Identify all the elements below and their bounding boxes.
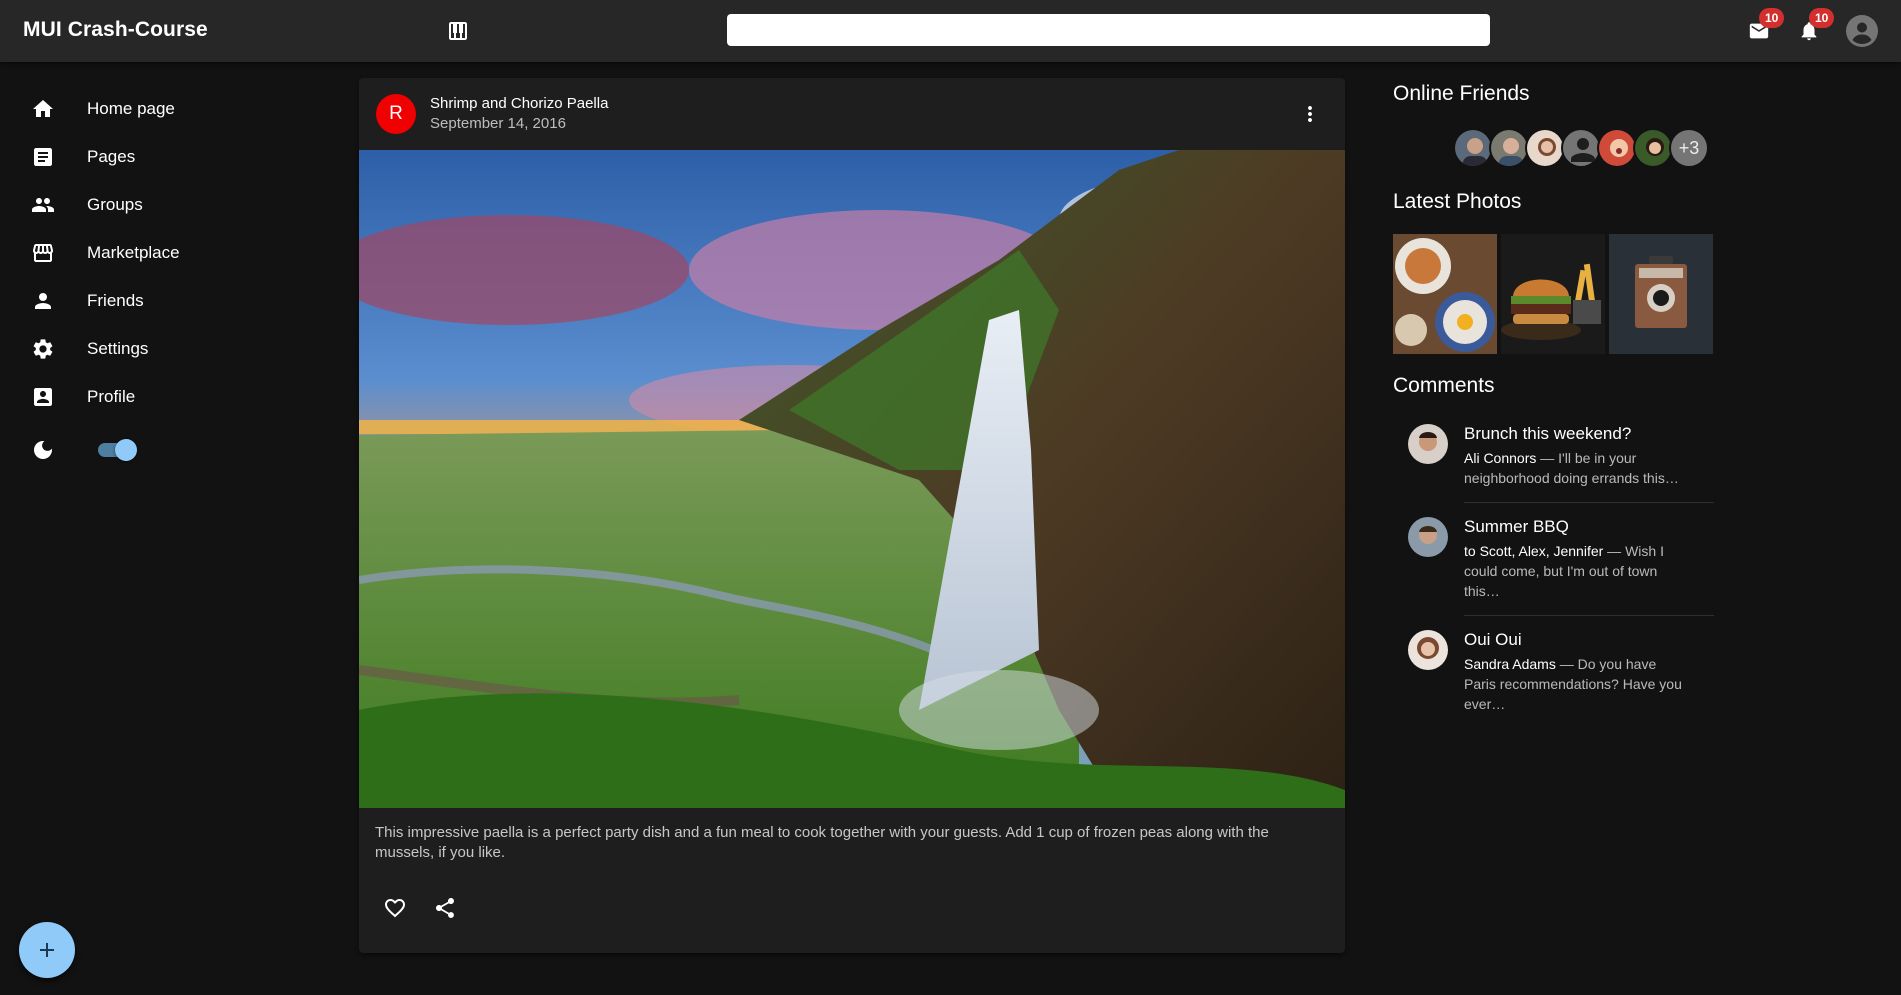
camera-photo [1609,234,1713,354]
comments-title: Comments [1393,374,1495,397]
burger-photo [1501,234,1605,354]
share-button[interactable] [425,888,465,928]
comment-text: to Scott, Alex, Jennifer — Wish I could … [1464,541,1682,601]
storefront-icon [33,244,53,262]
app-title: MUI Crash-Course [23,18,208,41]
sidebar-item-label: Home page [87,99,175,118]
comment-item[interactable]: Summer BBQ to Scott, Alex, Jennifer — Wi… [1400,509,1714,613]
article-icon [34,148,52,166]
notifications-button[interactable]: 10 [1793,8,1835,47]
friend-avatar[interactable] [1525,128,1565,168]
online-friends-title: Online Friends [1393,82,1530,105]
home-icon [33,100,53,117]
post-card: R Shrimp and Chorizo Paella September 14… [359,78,1345,953]
mail-badge: 10 [1759,8,1785,28]
sidebar-item-marketplace[interactable]: Marketplace [0,229,290,277]
more-vert-icon [1308,106,1312,122]
friend-avatar[interactable] [1597,128,1637,168]
post-body: This impressive paella is a perfect part… [375,824,1269,861]
add-post-button[interactable] [19,922,75,978]
share-icon [436,898,454,918]
sidebar-item-settings[interactable]: Settings [0,325,290,373]
account-box-icon [34,388,52,406]
photo-food[interactable] [1393,234,1497,354]
notifications-badge: 10 [1809,8,1835,28]
avatar-photo [1408,517,1448,557]
comment-avatar [1408,630,1448,670]
sidebar-item-label: Friends [87,291,144,310]
comment-item[interactable]: Brunch this weekend? Ali Connors — I'll … [1400,416,1714,500]
friend-photo [1455,130,1491,166]
friend-photo [1635,130,1671,166]
sidebar-item-home[interactable]: Home page [0,85,290,133]
sidebar-item-pages[interactable]: Pages [0,133,290,181]
comment-title: Summer BBQ [1464,517,1569,536]
sidebar-item-profile[interactable]: Profile [0,373,290,421]
comment-title: Brunch this weekend? [1464,424,1632,443]
sidebar: Home page Pages Groups Marketplace Frien… [0,62,290,995]
add-icon [40,943,54,957]
avatar-photo [1408,424,1448,464]
comment-avatar [1408,517,1448,557]
group-icon [32,198,54,212]
post-date: September 14, 2016 [430,115,566,132]
avatar-photo [1408,630,1448,670]
person-icon [1571,138,1595,162]
photo-burger[interactable] [1501,234,1605,354]
sidebar-item-label: Pages [87,147,136,166]
like-button[interactable] [375,888,415,928]
dark-mode-switch[interactable] [98,439,137,461]
divider [1464,615,1714,616]
heart-icon [385,899,405,918]
app-bar: MUI Crash-Course 10 10 [0,0,1901,62]
latest-photos-title: Latest Photos [1393,190,1522,213]
settings-icon [33,339,53,359]
sidebar-item-label: Profile [87,387,136,406]
post-avatar: R [376,94,416,134]
post-image [359,150,1345,808]
sidebar-item-label: Groups [87,195,143,214]
divider [1464,502,1714,503]
friend-photo [1491,130,1527,166]
account-button[interactable] [1846,15,1878,47]
piano-icon[interactable] [446,19,470,43]
person-icon [35,293,51,309]
sidebar-item-friends[interactable]: Friends [0,277,290,325]
friend-photo [1527,130,1563,166]
post-more-button[interactable] [1294,98,1326,130]
sidebar-item-groups[interactable]: Groups [0,181,290,229]
friend-photo [1599,130,1635,166]
friend-avatar[interactable] [1489,128,1529,168]
comment-author: Ali Connors [1464,450,1537,466]
comment-text: Ali Connors — I'll be in your neighborho… [1464,448,1682,488]
comment-title: Oui Oui [1464,630,1522,649]
comment-item[interactable]: Oui Oui Sandra Adams — Do you have Paris… [1400,622,1714,712]
comment-author: to Scott, Alex, Jennifer [1464,543,1604,559]
friend-avatar[interactable] [1633,128,1673,168]
search-input[interactable] [727,14,1490,46]
comment-text: Sandra Adams — Do you have Paris recomme… [1464,654,1682,714]
breakfast-photo [1393,234,1497,354]
photo-camera[interactable] [1609,234,1713,354]
moon-icon [34,441,52,459]
account-avatar-icon [1846,15,1878,47]
post-title: Shrimp and Chorizo Paella [430,95,609,112]
sidebar-item-label: Marketplace [87,243,180,262]
comment-author: Sandra Adams [1464,656,1556,672]
sidebar-item-label: Settings [87,339,149,358]
switch-thumb [115,439,137,461]
friend-avatar[interactable] [1561,128,1601,168]
friend-avatar[interactable] [1453,128,1493,168]
comment-avatar [1408,424,1448,464]
mail-button[interactable]: 10 [1743,8,1785,47]
more-friends-count[interactable]: +3 [1669,128,1709,168]
